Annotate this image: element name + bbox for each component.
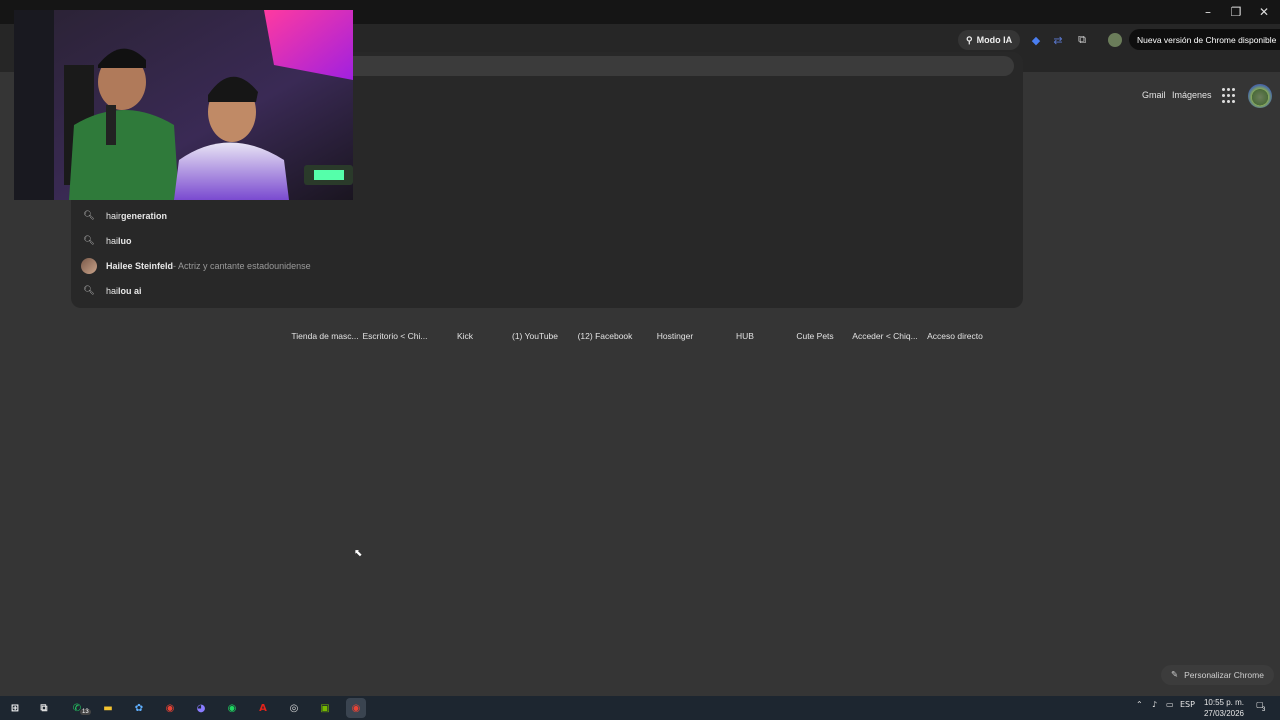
modo-ia-button[interactable]: ⚲ Modo IA (958, 30, 1021, 50)
shortcut-label: Acceso directo (927, 331, 983, 341)
copilot-icon[interactable]: ✿ (129, 698, 149, 718)
file-explorer-icon[interactable]: ▬ (98, 698, 118, 718)
update-chip-label: Nueva versión de Chrome disponible (1137, 34, 1277, 45)
task-view-icon[interactable]: ⧉ (34, 698, 54, 718)
extension-translate-icon[interactable]: ⇄ (1050, 32, 1066, 48)
system-clock[interactable]: 10:55 p. m. 27/03/2026 (1198, 697, 1250, 719)
google-apps-icon[interactable] (1222, 88, 1238, 104)
restore-button[interactable]: ❐ (1222, 0, 1250, 24)
search-icon: 🔍︎ (83, 285, 95, 296)
person-thumbnail (81, 257, 97, 274)
clock-time: 10:55 p. m. (1203, 698, 1245, 707)
spotify-icon[interactable]: ◉ (222, 698, 242, 718)
suggestion-completion: lou ai (118, 285, 142, 296)
extensions-puzzle-icon[interactable]: ⧉ (1074, 32, 1090, 48)
customize-chrome-button[interactable]: ✎ Personalizar Chrome (1161, 665, 1274, 685)
suggestion-prefix: hai (106, 235, 119, 246)
suggestion-item[interactable]: 🔍︎ hai lou ai (72, 278, 1012, 303)
suggestion-prefix: Hai (106, 260, 121, 271)
customize-label: Personalizar Chrome (1184, 670, 1264, 680)
search-icon: 🔍︎ (83, 210, 95, 221)
gmail-link[interactable]: Gmail (1142, 90, 1166, 100)
images-link[interactable]: Imágenes (1172, 90, 1212, 100)
ai-search-icon: ⚲ (966, 34, 973, 45)
windows-start-icon[interactable]: ⊞ (5, 698, 25, 718)
acrobat-icon[interactable]: A (253, 698, 273, 718)
suggestion-item[interactable]: 🔍︎ hai luo (72, 228, 1012, 253)
google-account-avatar[interactable] (1248, 84, 1272, 108)
mouse-cursor-icon: ⬉ (354, 548, 363, 559)
close-window-button[interactable]: ✕ (1250, 0, 1278, 24)
shortcut-label: Acceder < Chiq... (852, 331, 918, 341)
shortcut-label: Tienda de masc... (291, 331, 359, 341)
chrome-update-button[interactable]: Nueva versión de Chrome disponible ⋮ (1129, 29, 1280, 50)
suggestion-completion: luo (118, 235, 132, 246)
shortcut-label: HUB (736, 331, 754, 341)
shortcut-label: Cute Pets (796, 331, 834, 341)
pencil-icon: ✎ (1171, 670, 1179, 680)
language-indicator[interactable]: ESP (1180, 700, 1195, 709)
modo-ia-label: Modo IA (976, 35, 1013, 45)
suggestion-item[interactable]: 🔍︎ hair generation (72, 203, 1012, 228)
discord-icon[interactable]: ◕ (191, 698, 211, 718)
shortcut-label: Kick (456, 331, 474, 341)
suggestion-completion: lee Steinfeld (120, 260, 174, 271)
obs-icon[interactable]: ◎ (284, 698, 304, 718)
microphone-icon[interactable]: ♪ (1152, 700, 1157, 709)
clock-date: 27/03/2026 (1203, 709, 1245, 718)
notification-count: 3 (1262, 707, 1266, 713)
whatsapp-icon[interactable]: ✆ (67, 698, 87, 718)
search-icon: 🔍︎ (83, 235, 95, 246)
webcam-image (14, 10, 353, 200)
minimize-button[interactable]: – (1194, 0, 1222, 24)
suggestion-completion: generation (121, 210, 168, 221)
suggestion-description: - Actriz y cantante estadounidense (173, 260, 311, 271)
suggestion-item[interactable]: Hai lee Steinfeld - Actriz y cantante est… (72, 253, 1012, 278)
chrome-active-icon[interactable]: ◉ (346, 698, 366, 718)
shortcut-label: Hostinger (656, 331, 694, 341)
webcam-overlay (14, 10, 353, 200)
suggestion-prefix: hai (106, 285, 119, 296)
whatsapp-badge: 13 (80, 709, 91, 715)
tray-chevron-icon[interactable]: ⌃ (1136, 700, 1143, 709)
shortcut-label: (1) YouTube (512, 331, 558, 341)
extension-tag-icon[interactable]: ◆ (1028, 32, 1044, 48)
chrome-icon[interactable]: ◉ (160, 698, 180, 718)
shortcut-label: Escritorio < Chi... (362, 331, 428, 341)
network-icon[interactable]: ▭ (1166, 700, 1174, 709)
shortcut-label: (12) Facebook (577, 331, 633, 341)
nvidia-icon[interactable]: ▣ (315, 698, 335, 718)
suggestion-prefix: hair (106, 210, 122, 221)
profile-avatar[interactable] (1108, 33, 1122, 47)
